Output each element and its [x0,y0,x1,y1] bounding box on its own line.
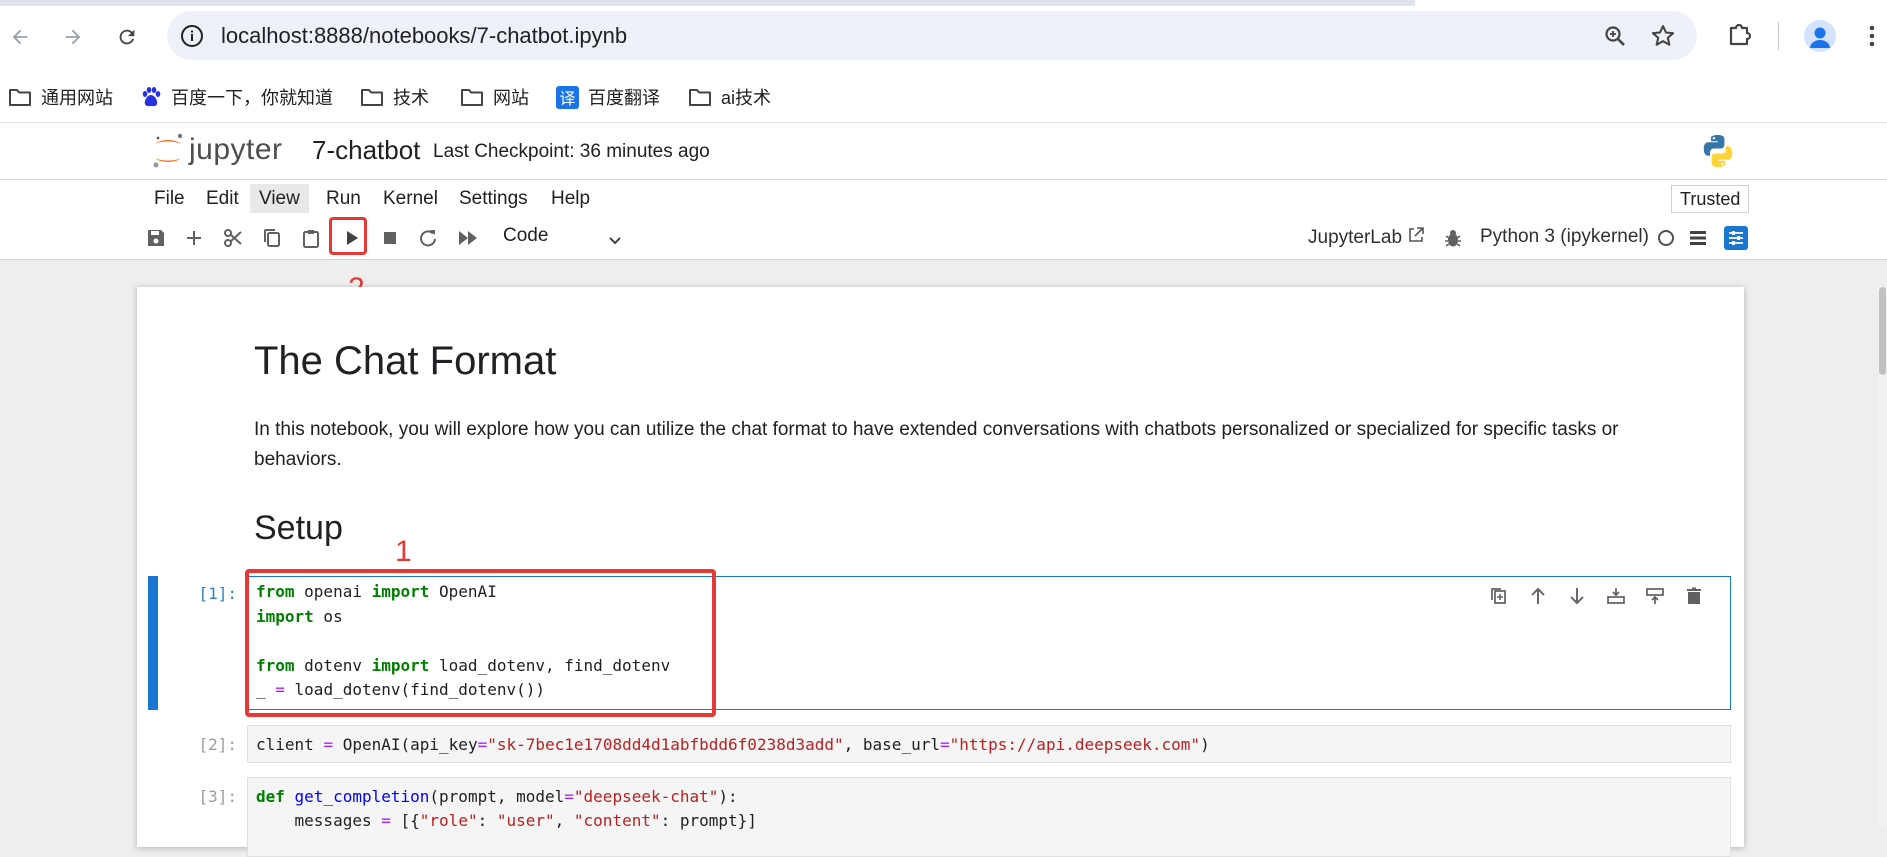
jupyter-logo[interactable]: jupyter [151,129,301,173]
chevron-down-icon[interactable] [607,232,623,248]
menu-help[interactable]: Help [542,184,599,213]
restart-run-all-icon[interactable] [456,226,480,250]
forward-arrow-icon[interactable] [56,20,90,54]
jupyter-orbit-icon [153,133,183,168]
jupyter-header: jupyter 7-chatbot Last Checkpoint: 36 mi… [0,123,1887,180]
bookmark-label: 通用网站 [41,88,113,108]
list-menu-icon[interactable] [1686,226,1710,250]
code-cell-2[interactable]: client = OpenAI(api_key="sk-7bec1e1708dd… [247,725,1731,763]
insert-cell-below-icon[interactable] [1644,585,1666,607]
bookmark-folder-websites[interactable]: 网站 [460,82,529,112]
interrupt-stop-icon[interactable] [378,226,402,250]
folder-icon [461,89,483,106]
folder-icon [689,89,711,106]
baidu-paw-icon [142,87,161,107]
markdown-heading-1: The Chat Format [254,339,557,383]
browser-menu-kebab-icon[interactable] [1866,20,1878,52]
kernel-status-idle-icon [1658,230,1674,246]
bookmark-baidu[interactable]: 百度一下，你就知道 [140,82,333,112]
debugger-bug-icon[interactable] [1441,226,1465,250]
delete-cell-trash-icon[interactable] [1683,585,1705,607]
copy-icon[interactable] [260,226,284,250]
trusted-indicator[interactable]: Trusted [1671,185,1750,213]
scrollbar-thumb[interactable] [1879,287,1886,375]
bookmark-label: 百度一下，你就知道 [171,88,333,108]
bookmark-folder-tech[interactable]: 技术 [360,82,429,112]
bookmark-folder-general-sites[interactable]: 通用网站 [8,82,113,112]
paste-clipboard-icon[interactable] [299,226,323,250]
address-bar[interactable]: localhost:8888/notebooks/7-chatbot.ipynb [167,11,1697,60]
bookmark-folder-ai-tech[interactable]: ai技术 [688,82,771,112]
markdown-heading-2: Setup [254,509,343,547]
menu-view[interactable]: View [250,184,309,213]
browser-toolbar: localhost:8888/notebooks/7-chatbot.ipynb [0,0,1887,72]
jupyterlab-link[interactable]: JupyterLab [1308,226,1425,249]
move-down-arrow-icon[interactable] [1566,585,1588,607]
bookmarks-bar: 通用网站 百度一下，你就知道 技术 网站 译 百度翻译 ai技术 [0,72,1887,123]
bookmark-label: 网站 [493,88,529,108]
jupyterlab-link-label: JupyterLab [1308,227,1403,248]
code-line: messages = [{"role": "user", "content": … [256,811,757,830]
site-info-icon[interactable] [179,23,205,49]
bookmark-label: ai技术 [721,88,772,108]
save-icon[interactable] [144,226,168,250]
baidu-translate-icon: 译 [556,85,579,109]
duplicate-cell-icon[interactable] [1488,585,1510,607]
code-line: def get_completion(prompt, model="deepse… [256,787,738,806]
cell-prompt: [1]: [198,584,237,603]
back-arrow-icon[interactable] [3,20,37,54]
cut-scissors-icon[interactable] [221,226,245,250]
restart-kernel-icon[interactable] [416,226,440,250]
jupyter-logo-text: jupyter [189,133,283,166]
property-inspector-icon[interactable] [1724,226,1748,250]
page-scrollbar[interactable] [1878,287,1887,826]
bookmark-label: 百度翻译 [588,88,660,108]
cell-prompt: [3]: [198,787,237,806]
cell-prompt: [2]: [198,735,237,754]
code-cell-highlight-box [245,569,716,717]
bookmark-label: 技术 [393,88,429,108]
zoom-search-icon[interactable] [1601,22,1629,50]
url-text[interactable]: localhost:8888/notebooks/7-chatbot.ipynb [221,23,627,49]
menu-edit[interactable]: Edit [197,184,248,213]
kernel-name[interactable]: Python 3 (ipykernel) [1480,226,1649,248]
menu-file[interactable]: File [145,184,194,213]
profile-avatar-icon[interactable] [1804,20,1836,52]
reload-icon[interactable] [110,20,144,54]
insert-cell-above-icon[interactable] [1605,585,1627,607]
bookmark-baidu-translate[interactable]: 译 百度翻译 [556,82,660,112]
python-logo-icon [1698,131,1738,171]
notebook-toolbar: Code JupyterLab Python 3 (ipykernel) [0,217,1887,260]
active-cell-indicator [148,576,158,710]
annotation-number-1: 1 [395,535,412,568]
markdown-paragraph: In this notebook, you will explore how y… [254,419,1619,470]
menu-kernel[interactable]: Kernel [374,184,447,213]
move-up-arrow-icon[interactable] [1527,585,1549,607]
last-checkpoint: Last Checkpoint: 36 minutes ago [433,141,710,162]
cell-type-select[interactable]: Code [503,225,548,247]
menu-settings[interactable]: Settings [450,184,537,213]
external-link-icon [1409,227,1425,242]
code-cell-3[interactable]: def get_completion(prompt, model="deepse… [247,777,1731,857]
insert-cell-plus-icon[interactable] [182,226,206,250]
menu-bar: File Edit View Run Kernel Settings Help … [0,180,1887,217]
menu-run[interactable]: Run [317,184,370,213]
notebook-title[interactable]: 7-chatbot [312,135,420,166]
tab-strip-edge [0,0,1887,6]
folder-icon [9,89,31,106]
code-line: client = OpenAI(api_key="sk-7bec1e1708dd… [256,735,1210,754]
run-button-highlight-box [329,217,367,255]
bookmark-star-icon[interactable] [1649,22,1677,50]
toolbar-separator [1778,22,1779,50]
notebook-panel: The Chat Format In this notebook, you wi… [137,287,1744,857]
folder-icon [361,89,383,106]
extensions-puzzle-icon[interactable] [1723,19,1755,51]
